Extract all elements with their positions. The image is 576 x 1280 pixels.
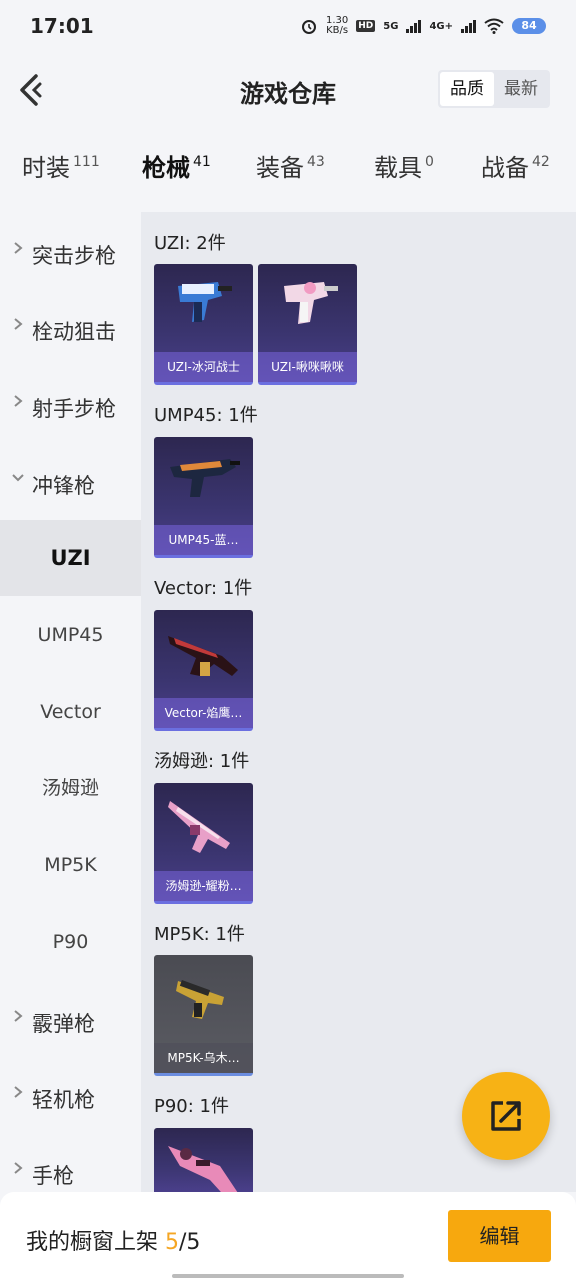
showcase-status: 我的橱窗上架 5/5 bbox=[26, 1224, 200, 1256]
skin-name: UMP45-蓝… bbox=[154, 525, 253, 555]
bottom-bar: 我的橱窗上架 5/5 编辑 bbox=[0, 1192, 576, 1280]
tab-label: 枪械 bbox=[142, 154, 190, 182]
tab-label: 时装 bbox=[22, 154, 70, 182]
group-title-uzi: UZI: 2件 bbox=[154, 233, 226, 254]
signal-icon bbox=[461, 19, 476, 33]
chevron-right-icon bbox=[14, 1086, 23, 1098]
p90-gun-image bbox=[168, 1146, 238, 1192]
sidebar-item-marksman-rifle[interactable]: 射手步枪 bbox=[0, 367, 141, 443]
tab-label: 战备 bbox=[481, 154, 529, 182]
weapon-skin-list: UZI: 2件 UZI-冰河战士 UZI-啾咪啾咪 UMP45: 1件 UMP4… bbox=[141, 212, 576, 1192]
sort-newest-button[interactable]: 最新 bbox=[494, 72, 548, 106]
group-title-thompson: 汤姆逊: 1件 bbox=[154, 751, 250, 772]
skin-card[interactable]: 汤姆逊-耀粉… bbox=[154, 783, 253, 904]
category-tabs: 时装 111 枪械 41 装备 43 载具 0 战备 42 bbox=[0, 148, 576, 204]
sidebar-item-lmg[interactable]: 轻机枪 bbox=[0, 1058, 141, 1134]
tab-fashion[interactable]: 时装 111 bbox=[22, 148, 100, 183]
chevron-right-icon bbox=[14, 242, 23, 254]
skin-card[interactable]: UZI-冰河战士 bbox=[154, 264, 253, 385]
tab-label: 装备 bbox=[256, 154, 304, 182]
top-header: 游戏仓库 品质 最新 bbox=[0, 52, 576, 132]
ump45-gun-image bbox=[170, 459, 240, 497]
sidebar-item-label: 轻机枪 bbox=[32, 1088, 95, 1112]
network-speed: 1.30 KB/s bbox=[326, 16, 348, 36]
sidebar-item-label: 射手步枪 bbox=[32, 397, 116, 421]
sidebar-item-label: 栓动狙击 bbox=[32, 320, 116, 344]
status-bar: 17:01 1.30 KB/s HD 5G 4G+ 84 bbox=[0, 0, 576, 52]
sort-quality-button[interactable]: 品质 bbox=[440, 72, 494, 106]
chevron-right-icon bbox=[14, 1162, 23, 1174]
thompson-gun-image bbox=[168, 801, 230, 853]
sidebar-item-label: 手枪 bbox=[32, 1164, 74, 1188]
wifi-icon bbox=[484, 18, 504, 34]
status-time: 17:01 bbox=[30, 14, 94, 38]
sidebar-item-smg[interactable]: 冲锋枪 bbox=[0, 444, 141, 520]
sidebar-item-shotgun[interactable]: 霰弹枪 bbox=[0, 982, 141, 1058]
mp5k-gun-image bbox=[176, 980, 224, 1019]
sort-toggle: 品质 最新 bbox=[438, 70, 550, 108]
tab-count: 43 bbox=[307, 154, 325, 170]
tab-label: 载具 bbox=[374, 154, 422, 182]
showcase-label: 我的橱窗上架 bbox=[26, 1230, 165, 1255]
sidebar-sub-vector[interactable]: Vector bbox=[0, 674, 141, 750]
chevron-right-icon bbox=[14, 1010, 23, 1022]
group-title-mp5k: MP5K: 1件 bbox=[154, 924, 245, 945]
edit-button[interactable]: 编辑 bbox=[448, 1210, 551, 1262]
tab-firearms[interactable]: 枪械 41 bbox=[142, 148, 211, 183]
skin-card[interactable]: MP5K-乌木… bbox=[154, 955, 253, 1076]
tab-supplies[interactable]: 战备 42 bbox=[481, 148, 550, 183]
group-title-p90: P90: 1件 bbox=[154, 1096, 229, 1117]
skin-name: 汤姆逊-耀粉… bbox=[154, 871, 253, 901]
alarm-icon bbox=[302, 20, 316, 34]
group-title-ump45: UMP45: 1件 bbox=[154, 405, 258, 426]
sidebar-item-label: 霰弹枪 bbox=[32, 1012, 95, 1036]
tab-vehicles[interactable]: 载具 0 bbox=[374, 148, 434, 183]
showcase-total-count: 5 bbox=[186, 1230, 201, 1255]
vector-gun-image bbox=[168, 636, 238, 676]
status-icons: 1.30 KB/s HD 5G 4G+ 84 bbox=[300, 16, 546, 36]
share-export-icon bbox=[491, 1101, 521, 1131]
share-fab-button[interactable] bbox=[462, 1072, 550, 1160]
net-4g-label: 4G+ bbox=[429, 20, 453, 32]
sidebar-item-bolt-sniper[interactable]: 栓动狙击 bbox=[0, 290, 141, 366]
chevron-right-icon bbox=[14, 395, 23, 407]
chevron-down-icon bbox=[12, 474, 24, 482]
skin-card[interactable] bbox=[154, 1128, 253, 1192]
net-5g-label: 5G bbox=[383, 20, 399, 32]
skin-name: UZI-冰河战士 bbox=[154, 352, 253, 382]
sidebar-sub-thompson[interactable]: 汤姆逊 bbox=[0, 750, 141, 826]
sidebar-sub-uzi[interactable]: UZI bbox=[0, 520, 141, 596]
skin-name: MP5K-乌木… bbox=[154, 1043, 253, 1073]
signal-icon bbox=[406, 19, 422, 33]
sidebar-sub-p90[interactable]: P90 bbox=[0, 904, 141, 980]
sidebar-sub-mp5k[interactable]: MP5K bbox=[0, 827, 141, 903]
hd-badge: HD bbox=[356, 20, 376, 32]
tab-count: 111 bbox=[73, 154, 100, 170]
uzi-pink-gun-image bbox=[284, 282, 338, 324]
skin-card[interactable]: Vector-焰鹰… bbox=[154, 610, 253, 731]
tab-count: 42 bbox=[532, 154, 550, 170]
tab-equipment[interactable]: 装备 43 bbox=[256, 148, 325, 183]
speed-unit: KB/s bbox=[326, 25, 349, 36]
chevron-right-icon bbox=[14, 318, 23, 330]
battery-indicator: 84 bbox=[512, 18, 546, 34]
skin-name: Vector-焰鹰… bbox=[154, 698, 253, 728]
tab-count: 41 bbox=[193, 154, 211, 170]
skin-name: UZI-啾咪啾咪 bbox=[258, 352, 357, 382]
sidebar-item-assault-rifle[interactable]: 突击步枪 bbox=[0, 214, 141, 290]
showcase-current-count: 5 bbox=[165, 1230, 179, 1255]
home-indicator[interactable] bbox=[172, 1274, 404, 1278]
sidebar-item-label: 突击步枪 bbox=[32, 244, 116, 268]
skin-card[interactable]: UZI-啾咪啾咪 bbox=[258, 264, 357, 385]
weapon-category-sidebar: 突击步枪 栓动狙击 射手步枪 冲锋枪 UZI UMP45 Vector 汤姆逊 … bbox=[0, 212, 141, 1192]
sidebar-sub-ump45[interactable]: UMP45 bbox=[0, 597, 141, 673]
skin-card[interactable]: UMP45-蓝… bbox=[154, 437, 253, 558]
tab-count: 0 bbox=[425, 154, 434, 170]
group-title-vector: Vector: 1件 bbox=[154, 578, 253, 599]
sidebar-item-label: 冲锋枪 bbox=[32, 474, 95, 498]
uzi-blue-gun-image bbox=[178, 282, 232, 322]
